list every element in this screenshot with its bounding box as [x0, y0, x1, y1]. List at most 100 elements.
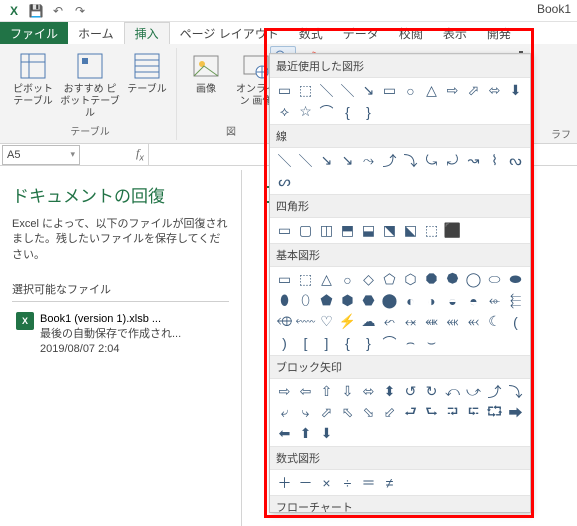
basic-shape-32[interactable]: ⬼ — [442, 311, 463, 332]
basic-shape-2[interactable]: △ — [316, 269, 337, 290]
basic-shape-28[interactable]: ☁ — [358, 311, 379, 332]
basic-shape-27[interactable]: ⚡ — [337, 311, 358, 332]
chevron-down-icon[interactable]: ▾ — [70, 149, 75, 160]
basic-shape-19[interactable]: ◑ — [421, 290, 442, 311]
pivot-table-button[interactable]: ピボット テーブル — [10, 48, 56, 108]
basic-shape-11[interactable]: ⬬ — [505, 269, 526, 290]
recent-shape-6[interactable]: ○ — [400, 80, 421, 101]
basic-shape-7[interactable]: ⯃ — [421, 269, 442, 290]
basic-shape-30[interactable]: ⬾ — [400, 311, 421, 332]
basic-shape-41[interactable]: ⌒ — [379, 332, 400, 353]
basic-shape-38[interactable]: ] — [316, 332, 337, 353]
block-shape-5[interactable]: ⬍ — [379, 381, 400, 402]
basic-shape-20[interactable]: ◒ — [442, 290, 463, 311]
basic-shape-9[interactable]: ◯ — [463, 269, 484, 290]
recent-shape-11[interactable]: ⬇ — [505, 80, 526, 101]
basic-shape-17[interactable]: ⬤ — [379, 290, 400, 311]
block-shape-24[interactable]: ⬅ — [274, 423, 295, 444]
equation-shape-3[interactable]: ÷ — [337, 472, 358, 493]
block-shape-6[interactable]: ↺ — [400, 381, 421, 402]
basic-shape-16[interactable]: ⬣ — [358, 290, 379, 311]
basic-shape-42[interactable]: ⌢ — [400, 332, 421, 353]
equation-shape-0[interactable]: ＋ — [274, 472, 295, 493]
basic-shape-31[interactable]: ⬽ — [421, 311, 442, 332]
picture-button[interactable]: 画像 — [183, 48, 229, 96]
basic-shape-36[interactable]: ) — [274, 332, 295, 353]
basic-shape-1[interactable]: ⬚ — [295, 269, 316, 290]
block-shape-4[interactable]: ⬄ — [358, 381, 379, 402]
basic-shape-0[interactable]: ▭ — [274, 269, 295, 290]
block-shape-13[interactable]: ⤷ — [295, 402, 316, 423]
rect-shape-1[interactable]: ▢ — [295, 220, 316, 241]
line-shape-5[interactable]: ⤴ — [379, 150, 400, 171]
line-shape-11[interactable]: ᔓ — [505, 150, 526, 171]
basic-shape-3[interactable]: ○ — [337, 269, 358, 290]
basic-shape-12[interactable]: ⬮ — [274, 290, 295, 311]
basic-shape-43[interactable]: ⌣ — [421, 332, 442, 353]
recent-shape-16[interactable]: } — [358, 101, 379, 122]
shapes-gallery-dropdown[interactable]: 最近使用した図形 ▭⬚＼＼↘▭○△⇨⬀⬄⬇⟡☆⌒{} 線 ＼＼↘↘⤳⤴⤵⤿⤾↝⌇… — [269, 53, 531, 513]
block-shape-12[interactable]: ⤶ — [274, 402, 295, 423]
basic-shape-40[interactable]: } — [358, 332, 379, 353]
basic-shape-15[interactable]: ⬢ — [337, 290, 358, 311]
basic-shape-33[interactable]: ⬻ — [463, 311, 484, 332]
line-shape-8[interactable]: ⤾ — [442, 150, 463, 171]
redo-icon[interactable]: ↷ — [70, 2, 90, 20]
tab-page-layout[interactable]: ページ レイアウト — [170, 22, 289, 44]
recent-shape-5[interactable]: ▭ — [379, 80, 400, 101]
basic-shape-14[interactable]: ⬟ — [316, 290, 337, 311]
basic-shape-8[interactable]: ⯄ — [442, 269, 463, 290]
rect-shape-5[interactable]: ⬔ — [379, 220, 400, 241]
block-shape-19[interactable]: ⮑ — [421, 402, 442, 423]
equation-shape-4[interactable]: ＝ — [358, 472, 379, 493]
basic-shape-29[interactable]: ⬿ — [379, 311, 400, 332]
rect-shape-6[interactable]: ⬕ — [400, 220, 421, 241]
line-shape-6[interactable]: ⤵ — [400, 150, 421, 171]
undo-icon[interactable]: ↶ — [48, 2, 68, 20]
recent-shape-2[interactable]: ＼ — [316, 80, 337, 101]
block-shape-20[interactable]: ⮒ — [442, 402, 463, 423]
block-shape-22[interactable]: ⮔ — [484, 402, 505, 423]
basic-shape-34[interactable]: ☾ — [484, 311, 505, 332]
block-shape-23[interactable]: ⮕ — [505, 402, 526, 423]
tab-file[interactable]: ファイル — [0, 22, 68, 44]
basic-shape-39[interactable]: { — [337, 332, 358, 353]
line-shape-10[interactable]: ⌇ — [484, 150, 505, 171]
fx-icon[interactable]: fx — [136, 146, 144, 162]
recent-shape-0[interactable]: ▭ — [274, 80, 295, 101]
basic-shape-10[interactable]: ⬭ — [484, 269, 505, 290]
recent-shape-1[interactable]: ⬚ — [295, 80, 316, 101]
block-shape-1[interactable]: ⇦ — [295, 381, 316, 402]
tab-home[interactable]: ホーム — [68, 22, 124, 44]
line-shape-2[interactable]: ↘ — [316, 150, 337, 171]
line-shape-9[interactable]: ↝ — [463, 150, 484, 171]
block-shape-26[interactable]: ⬇ — [316, 423, 337, 444]
line-shape-12[interactable]: ᔕ — [274, 171, 295, 192]
tab-developer[interactable]: 開発 — [477, 22, 521, 44]
block-shape-18[interactable]: ⮐ — [400, 402, 421, 423]
basic-shape-25[interactable]: ⬳ — [295, 311, 316, 332]
block-shape-3[interactable]: ⇩ — [337, 381, 358, 402]
recent-shape-4[interactable]: ↘ — [358, 80, 379, 101]
recent-shape-15[interactable]: { — [337, 101, 358, 122]
line-shape-7[interactable]: ⤿ — [421, 150, 442, 171]
recent-shape-12[interactable]: ⟡ — [274, 101, 295, 122]
recent-shape-14[interactable]: ⌒ — [316, 101, 337, 122]
basic-shape-18[interactable]: ◐ — [400, 290, 421, 311]
basic-shape-13[interactable]: ⬯ — [295, 290, 316, 311]
block-shape-25[interactable]: ⬆ — [295, 423, 316, 444]
line-shape-0[interactable]: ＼ — [274, 150, 295, 171]
line-shape-1[interactable]: ＼ — [295, 150, 316, 171]
block-shape-15[interactable]: ⬁ — [337, 402, 358, 423]
block-shape-21[interactable]: ⮓ — [463, 402, 484, 423]
line-shape-3[interactable]: ↘ — [337, 150, 358, 171]
block-shape-11[interactable]: ⤵ — [505, 381, 526, 402]
rect-shape-7[interactable]: ⬚ — [421, 220, 442, 241]
tab-formulas[interactable]: 数式 — [289, 22, 333, 44]
recent-shape-7[interactable]: △ — [421, 80, 442, 101]
rect-shape-0[interactable]: ▭ — [274, 220, 295, 241]
name-box[interactable]: A5 ▾ — [2, 145, 80, 165]
recent-shape-3[interactable]: ＼ — [337, 80, 358, 101]
recent-shape-8[interactable]: ⇨ — [442, 80, 463, 101]
block-shape-7[interactable]: ↻ — [421, 381, 442, 402]
